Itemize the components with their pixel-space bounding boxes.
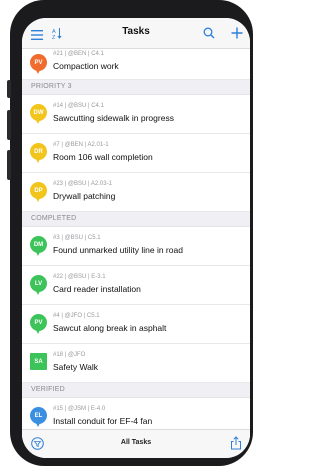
task-meta: #21 | @BEN | C4.1: [53, 51, 104, 57]
task-meta: #3 | @BSU | C5.1: [53, 235, 101, 241]
task-row[interactable]: DP #23 | @BSU | A2.03-1 Drywall patching: [22, 173, 250, 212]
task-pin-icon: DP: [30, 182, 47, 202]
task-pin-icon: LV: [30, 275, 47, 295]
task-pin-icon: PV: [30, 54, 47, 74]
task-row[interactable]: PV #4 | @JFO | C5.1 Sawcut along break in …: [22, 305, 250, 344]
search-icon[interactable]: [203, 26, 215, 44]
task-meta: #14 | @BSU | C4.1: [53, 103, 104, 109]
section-header: COMPLETED: [22, 212, 250, 227]
task-meta: #4 | @JFO | C5.1: [53, 313, 100, 319]
navigation-bar: A Z Tasks: [22, 18, 250, 49]
task-meta: #22 | @BSU | E-3.1: [53, 274, 106, 280]
task-pin-icon: EL: [30, 407, 47, 427]
task-title: Install conduit for EF-4 fan: [53, 416, 153, 426]
task-meta: #7 | @BEN | A2.01-1: [53, 142, 109, 148]
task-row[interactable]: DM #3 | @BSU | C5.1 Found unmarked utility…: [22, 227, 250, 266]
task-title: Room 106 wall completion: [53, 152, 153, 162]
task-pin-icon: DM: [30, 236, 47, 256]
bottom-toolbar: All Tasks: [22, 429, 250, 458]
task-row[interactable]: SA #18 | @JFO Safety Walk: [22, 344, 250, 383]
task-meta: #18 | @JFO: [53, 352, 86, 358]
add-icon[interactable]: [231, 26, 243, 44]
share-icon[interactable]: [230, 436, 242, 455]
phone-side-button: [7, 80, 11, 98]
task-title: Card reader installation: [53, 284, 141, 294]
task-row[interactable]: DR #7 | @BEN | A2.01-1 Room 106 wall compl…: [22, 134, 250, 173]
section-header: VERIFIED: [22, 383, 250, 398]
task-title: Sawcut along break in asphalt: [53, 323, 167, 333]
task-pin-icon: DW: [30, 104, 47, 124]
task-badge-square: SA: [30, 353, 47, 370]
task-row[interactable]: DW #14 | @BSU | C4.1 Sawcutting sidewalk i…: [22, 95, 250, 134]
all-tasks-label[interactable]: All Tasks: [22, 439, 250, 446]
app-screen: A Z Tasks PV #21 | @BEN | C4.1 Compaction …: [22, 18, 250, 458]
task-meta: #23 | @BSU | A2.03-1: [53, 181, 112, 187]
section-header: PRIORITY 3: [22, 80, 250, 95]
task-pin-icon: PV: [30, 314, 47, 334]
task-title: Found unmarked utility line in road: [53, 245, 183, 255]
phone-side-button: [7, 110, 11, 140]
page-title: Tasks: [122, 26, 150, 37]
task-title: Sawcutting sidewalk in progress: [53, 113, 174, 123]
task-title: Compaction work: [53, 61, 119, 71]
task-title: Drywall patching: [53, 191, 116, 201]
task-title: Safety Walk: [53, 362, 99, 372]
task-pin-icon: DR: [30, 143, 47, 163]
task-list: PV #21 | @BEN | C4.1 Compaction work PRIORI…: [22, 49, 250, 437]
task-row[interactable]: LV #22 | @BSU | E-3.1 Card reader installa…: [22, 266, 250, 305]
task-row[interactable]: PV #21 | @BEN | C4.1 Compaction work: [22, 49, 250, 80]
phone-side-button: [7, 150, 11, 180]
task-meta: #15 | @JSM | E-4.0: [53, 406, 106, 412]
